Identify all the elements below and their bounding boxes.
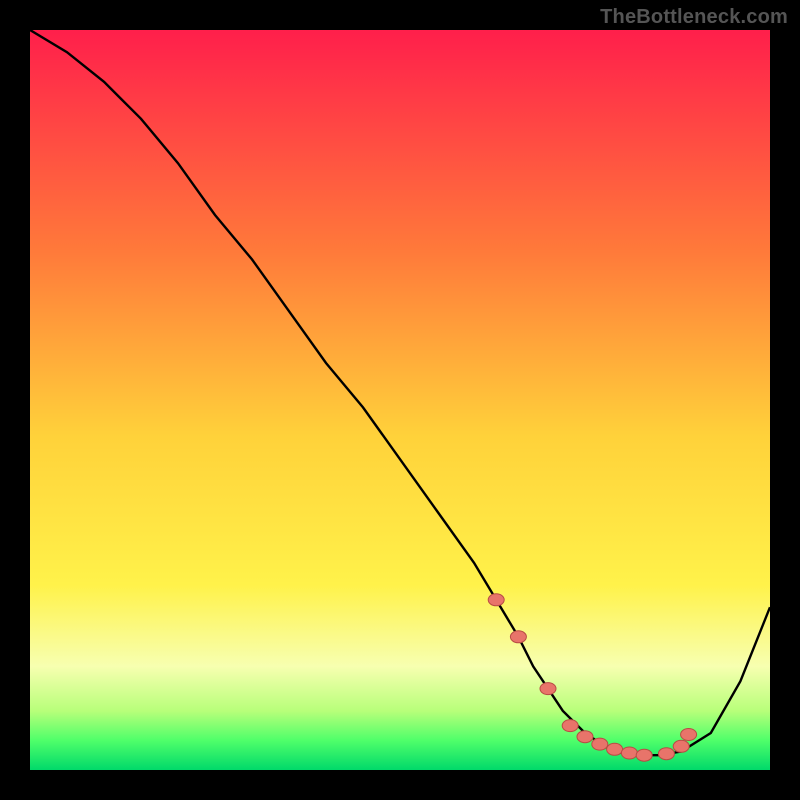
heat-gradient xyxy=(30,30,770,770)
chart-frame: { "watermark": "TheBottleneck.com", "col… xyxy=(0,0,800,800)
watermark-text: TheBottleneck.com xyxy=(600,6,788,29)
highlight-marker xyxy=(577,731,593,743)
highlight-marker xyxy=(658,748,674,760)
highlight-marker xyxy=(607,743,623,755)
highlight-marker xyxy=(673,740,689,752)
highlight-marker xyxy=(621,747,637,759)
highlight-marker xyxy=(540,683,556,695)
bottleneck-chart xyxy=(0,0,800,800)
highlight-marker xyxy=(562,720,578,732)
highlight-marker xyxy=(681,729,697,741)
highlight-marker xyxy=(510,631,526,643)
highlight-marker xyxy=(488,594,504,606)
highlight-marker xyxy=(636,749,652,761)
highlight-marker xyxy=(592,738,608,750)
